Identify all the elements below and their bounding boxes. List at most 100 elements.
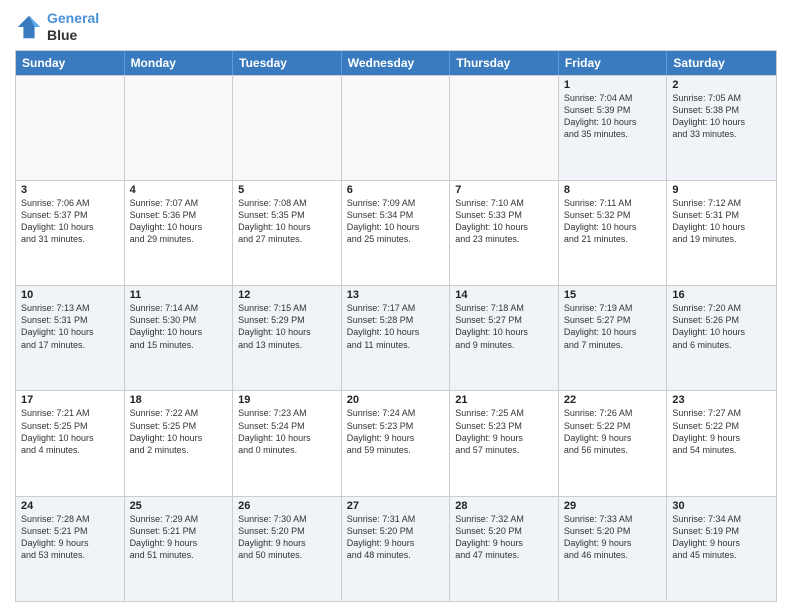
cal-cell-r3-c1: 18Sunrise: 7:22 AM Sunset: 5:25 PM Dayli… [125, 391, 234, 495]
day-info: Sunrise: 7:26 AM Sunset: 5:22 PM Dayligh… [564, 407, 662, 456]
page-header: General Blue [15, 10, 777, 44]
day-number: 4 [130, 184, 228, 196]
day-info: Sunrise: 7:21 AM Sunset: 5:25 PM Dayligh… [21, 407, 119, 456]
weekday-header-thursday: Thursday [450, 51, 559, 75]
day-info: Sunrise: 7:11 AM Sunset: 5:32 PM Dayligh… [564, 197, 662, 246]
day-number: 30 [672, 500, 771, 512]
day-info: Sunrise: 7:28 AM Sunset: 5:21 PM Dayligh… [21, 513, 119, 562]
calendar-row-2: 10Sunrise: 7:13 AM Sunset: 5:31 PM Dayli… [16, 285, 776, 390]
day-number: 16 [672, 289, 771, 301]
calendar-row-1: 3Sunrise: 7:06 AM Sunset: 5:37 PM Daylig… [16, 180, 776, 285]
cal-cell-r3-c2: 19Sunrise: 7:23 AM Sunset: 5:24 PM Dayli… [233, 391, 342, 495]
logo: General Blue [15, 10, 99, 44]
cal-cell-r0-c3 [342, 76, 451, 180]
day-number: 12 [238, 289, 336, 301]
day-info: Sunrise: 7:34 AM Sunset: 5:19 PM Dayligh… [672, 513, 771, 562]
day-info: Sunrise: 7:10 AM Sunset: 5:33 PM Dayligh… [455, 197, 553, 246]
cal-cell-r4-c6: 30Sunrise: 7:34 AM Sunset: 5:19 PM Dayli… [667, 497, 776, 601]
page-container: General Blue SundayMondayTuesdayWednesda… [0, 0, 792, 612]
day-number: 1 [564, 79, 662, 91]
day-info: Sunrise: 7:09 AM Sunset: 5:34 PM Dayligh… [347, 197, 445, 246]
cal-cell-r4-c5: 29Sunrise: 7:33 AM Sunset: 5:20 PM Dayli… [559, 497, 668, 601]
day-number: 5 [238, 184, 336, 196]
day-info: Sunrise: 7:13 AM Sunset: 5:31 PM Dayligh… [21, 302, 119, 351]
day-number: 26 [238, 500, 336, 512]
cal-cell-r1-c3: 6Sunrise: 7:09 AM Sunset: 5:34 PM Daylig… [342, 181, 451, 285]
cal-cell-r0-c4 [450, 76, 559, 180]
day-number: 21 [455, 394, 553, 406]
cal-cell-r1-c2: 5Sunrise: 7:08 AM Sunset: 5:35 PM Daylig… [233, 181, 342, 285]
calendar: SundayMondayTuesdayWednesdayThursdayFrid… [15, 50, 777, 602]
day-number: 22 [564, 394, 662, 406]
weekday-header-tuesday: Tuesday [233, 51, 342, 75]
cal-cell-r4-c2: 26Sunrise: 7:30 AM Sunset: 5:20 PM Dayli… [233, 497, 342, 601]
day-number: 29 [564, 500, 662, 512]
cal-cell-r3-c0: 17Sunrise: 7:21 AM Sunset: 5:25 PM Dayli… [16, 391, 125, 495]
day-info: Sunrise: 7:12 AM Sunset: 5:31 PM Dayligh… [672, 197, 771, 246]
day-info: Sunrise: 7:25 AM Sunset: 5:23 PM Dayligh… [455, 407, 553, 456]
day-info: Sunrise: 7:31 AM Sunset: 5:20 PM Dayligh… [347, 513, 445, 562]
day-number: 24 [21, 500, 119, 512]
day-number: 6 [347, 184, 445, 196]
day-info: Sunrise: 7:22 AM Sunset: 5:25 PM Dayligh… [130, 407, 228, 456]
day-number: 20 [347, 394, 445, 406]
day-info: Sunrise: 7:14 AM Sunset: 5:30 PM Dayligh… [130, 302, 228, 351]
cal-cell-r2-c4: 14Sunrise: 7:18 AM Sunset: 5:27 PM Dayli… [450, 286, 559, 390]
cal-cell-r1-c4: 7Sunrise: 7:10 AM Sunset: 5:33 PM Daylig… [450, 181, 559, 285]
cal-cell-r0-c2 [233, 76, 342, 180]
logo-text: General Blue [47, 10, 99, 44]
day-number: 10 [21, 289, 119, 301]
weekday-header-wednesday: Wednesday [342, 51, 451, 75]
day-number: 11 [130, 289, 228, 301]
cal-cell-r4-c0: 24Sunrise: 7:28 AM Sunset: 5:21 PM Dayli… [16, 497, 125, 601]
day-number: 14 [455, 289, 553, 301]
cal-cell-r2-c5: 15Sunrise: 7:19 AM Sunset: 5:27 PM Dayli… [559, 286, 668, 390]
calendar-row-4: 24Sunrise: 7:28 AM Sunset: 5:21 PM Dayli… [16, 496, 776, 601]
day-number: 23 [672, 394, 771, 406]
day-info: Sunrise: 7:29 AM Sunset: 5:21 PM Dayligh… [130, 513, 228, 562]
calendar-header: SundayMondayTuesdayWednesdayThursdayFrid… [16, 51, 776, 75]
weekday-header-monday: Monday [125, 51, 234, 75]
cal-cell-r2-c0: 10Sunrise: 7:13 AM Sunset: 5:31 PM Dayli… [16, 286, 125, 390]
day-number: 17 [21, 394, 119, 406]
cal-cell-r2-c1: 11Sunrise: 7:14 AM Sunset: 5:30 PM Dayli… [125, 286, 234, 390]
day-info: Sunrise: 7:20 AM Sunset: 5:26 PM Dayligh… [672, 302, 771, 351]
calendar-row-0: 1Sunrise: 7:04 AM Sunset: 5:39 PM Daylig… [16, 75, 776, 180]
cal-cell-r0-c5: 1Sunrise: 7:04 AM Sunset: 5:39 PM Daylig… [559, 76, 668, 180]
day-info: Sunrise: 7:24 AM Sunset: 5:23 PM Dayligh… [347, 407, 445, 456]
calendar-row-3: 17Sunrise: 7:21 AM Sunset: 5:25 PM Dayli… [16, 390, 776, 495]
cal-cell-r4-c4: 28Sunrise: 7:32 AM Sunset: 5:20 PM Dayli… [450, 497, 559, 601]
cal-cell-r4-c3: 27Sunrise: 7:31 AM Sunset: 5:20 PM Dayli… [342, 497, 451, 601]
day-number: 27 [347, 500, 445, 512]
day-info: Sunrise: 7:27 AM Sunset: 5:22 PM Dayligh… [672, 407, 771, 456]
day-info: Sunrise: 7:04 AM Sunset: 5:39 PM Dayligh… [564, 92, 662, 141]
cal-cell-r2-c2: 12Sunrise: 7:15 AM Sunset: 5:29 PM Dayli… [233, 286, 342, 390]
day-info: Sunrise: 7:15 AM Sunset: 5:29 PM Dayligh… [238, 302, 336, 351]
weekday-header-friday: Friday [559, 51, 668, 75]
cal-cell-r3-c6: 23Sunrise: 7:27 AM Sunset: 5:22 PM Dayli… [667, 391, 776, 495]
day-number: 3 [21, 184, 119, 196]
day-info: Sunrise: 7:08 AM Sunset: 5:35 PM Dayligh… [238, 197, 336, 246]
logo-icon [15, 13, 43, 41]
cal-cell-r0-c0 [16, 76, 125, 180]
day-info: Sunrise: 7:05 AM Sunset: 5:38 PM Dayligh… [672, 92, 771, 141]
cal-cell-r0-c1 [125, 76, 234, 180]
weekday-header-sunday: Sunday [16, 51, 125, 75]
day-number: 7 [455, 184, 553, 196]
day-number: 15 [564, 289, 662, 301]
day-number: 18 [130, 394, 228, 406]
day-number: 8 [564, 184, 662, 196]
day-number: 19 [238, 394, 336, 406]
cal-cell-r3-c5: 22Sunrise: 7:26 AM Sunset: 5:22 PM Dayli… [559, 391, 668, 495]
day-number: 25 [130, 500, 228, 512]
cal-cell-r3-c3: 20Sunrise: 7:24 AM Sunset: 5:23 PM Dayli… [342, 391, 451, 495]
day-info: Sunrise: 7:17 AM Sunset: 5:28 PM Dayligh… [347, 302, 445, 351]
day-info: Sunrise: 7:32 AM Sunset: 5:20 PM Dayligh… [455, 513, 553, 562]
day-info: Sunrise: 7:07 AM Sunset: 5:36 PM Dayligh… [130, 197, 228, 246]
day-number: 28 [455, 500, 553, 512]
day-info: Sunrise: 7:19 AM Sunset: 5:27 PM Dayligh… [564, 302, 662, 351]
cal-cell-r4-c1: 25Sunrise: 7:29 AM Sunset: 5:21 PM Dayli… [125, 497, 234, 601]
day-info: Sunrise: 7:30 AM Sunset: 5:20 PM Dayligh… [238, 513, 336, 562]
cal-cell-r1-c6: 9Sunrise: 7:12 AM Sunset: 5:31 PM Daylig… [667, 181, 776, 285]
weekday-header-saturday: Saturday [667, 51, 776, 75]
